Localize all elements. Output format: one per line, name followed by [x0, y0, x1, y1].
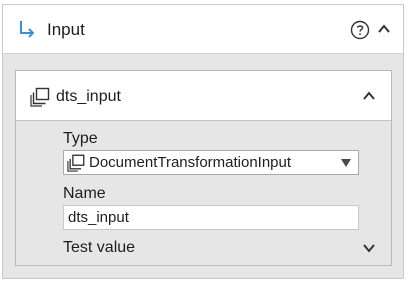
test-value-label: Test value [63, 239, 136, 256]
type-select[interactable]: DocumentTransformationInput [63, 150, 359, 175]
input-arrow-icon [20, 21, 35, 38]
input-item-header[interactable]: dts_input [16, 71, 391, 121]
input-section-header[interactable]: Input [3, 5, 403, 54]
input-section-body: dts_input Type DocumentTransformationInp… [3, 54, 403, 278]
chevron-up-icon[interactable] [362, 89, 376, 103]
input-item-card: dts_input Type DocumentTransformationInp… [15, 70, 392, 266]
name-label: Name [63, 185, 106, 202]
section-title: Input [47, 20, 85, 39]
input-item-name: dts_input [56, 88, 121, 105]
data-object-icon [67, 154, 85, 172]
chevron-up-icon[interactable] [377, 22, 391, 36]
data-object-icon [30, 87, 50, 107]
chevron-down-icon[interactable] [362, 241, 376, 255]
type-label: Type [63, 130, 98, 147]
dropdown-triangle-icon[interactable] [340, 158, 352, 168]
help-icon[interactable] [350, 20, 370, 40]
type-select-value: DocumentTransformationInput [89, 154, 292, 171]
name-field[interactable] [63, 205, 359, 230]
input-panel: Input dts_input Type DocumentTransformat… [2, 4, 404, 279]
